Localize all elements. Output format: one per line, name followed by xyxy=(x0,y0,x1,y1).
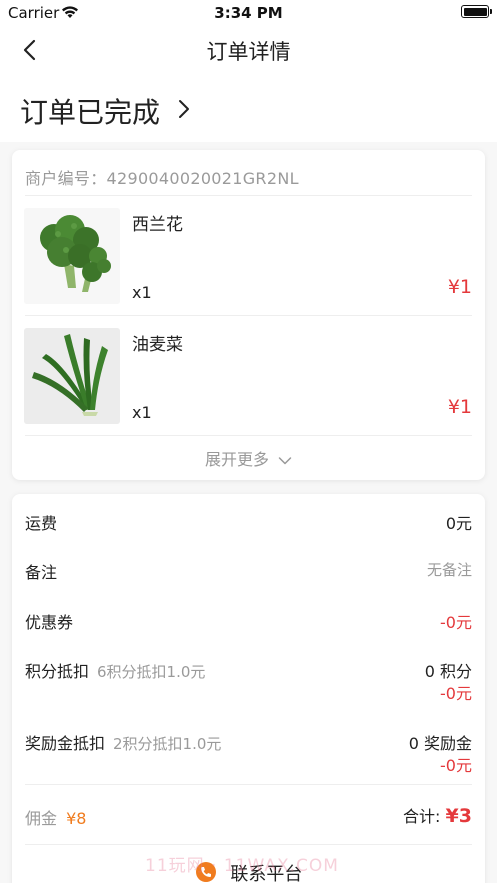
lettuce-image xyxy=(24,328,120,424)
points-hint: 6积分抵扣1.0元 xyxy=(97,663,206,681)
commission-group: 佣金 ¥8 xyxy=(25,805,86,829)
bonus-amount: 0 奖励金 xyxy=(408,734,472,753)
order-status-section[interactable]: 订单已完成 xyxy=(0,74,497,142)
commission-value: ¥8 xyxy=(66,809,87,828)
goods-card: 商户编号：4290040020021GR2NL 西兰花 x1 ¥1 油麦菜 x1… xyxy=(12,150,485,480)
total-row: 佣金 ¥8 合计: ¥3 xyxy=(25,805,472,829)
page-title: 订单详情 xyxy=(206,40,291,64)
clock: 3:34 PM xyxy=(214,4,283,22)
goods-item[interactable]: 油麦菜 x1 ¥1 xyxy=(12,316,485,434)
divider xyxy=(25,784,472,785)
chevron-down-icon xyxy=(278,451,292,470)
expand-more-label: 展开更多 xyxy=(204,450,269,469)
goods-item[interactable]: 西兰花 x1 ¥1 xyxy=(12,196,485,314)
goods-price: ¥1 xyxy=(447,396,472,418)
order-status-text[interactable]: 订单已完成 xyxy=(20,91,160,131)
goods-name: 油麦菜 xyxy=(132,335,183,355)
nav-bar: 订单详情 xyxy=(0,26,497,74)
expand-more-button[interactable]: 展开更多 xyxy=(12,446,485,470)
remark-label: 备注 xyxy=(25,563,58,582)
total-group: 合计: ¥3 xyxy=(403,803,472,827)
commission-label: 佣金 xyxy=(25,809,58,828)
divider xyxy=(25,844,472,845)
battery-icon xyxy=(461,5,492,18)
divider xyxy=(25,435,472,436)
points-deduction: -0元 xyxy=(440,684,472,703)
remark-value: 无备注 xyxy=(426,561,472,579)
goods-quantity: x1 xyxy=(132,283,152,302)
shipping-label: 运费 xyxy=(25,514,58,533)
merchant-number: 商户编号：4290040020021GR2NL xyxy=(25,169,299,188)
status-bar: Carrier 3:34 PM xyxy=(0,0,497,26)
goods-quantity: x1 xyxy=(132,403,152,422)
points-row: 积分抵扣 6积分抵扣1.0元 0 积分 -0元 xyxy=(25,658,472,703)
coupon-value: -0元 xyxy=(440,613,472,632)
bonus-label-group: 奖励金抵扣 2积分抵扣1.0元 xyxy=(25,730,221,754)
points-label-group: 积分抵扣 6积分抵扣1.0元 xyxy=(25,658,205,682)
points-label: 积分抵扣 xyxy=(25,662,90,681)
bonus-hint: 2积分抵扣1.0元 xyxy=(113,735,222,753)
total-label: 合计: xyxy=(403,807,441,826)
broccoli-image xyxy=(24,208,120,304)
total-value: ¥3 xyxy=(445,805,472,827)
fee-card: 运费 0元 备注 无备注 优惠券 -0元 积分抵扣 6积分抵扣1.0元 0 积分 … xyxy=(12,494,485,883)
shipping-value: 0元 xyxy=(445,514,472,533)
bonus-label: 奖励金抵扣 xyxy=(25,734,106,753)
points-amount: 0 积分 xyxy=(424,662,472,681)
bonus-row: 奖励金抵扣 2积分抵扣1.0元 0 奖励金 -0元 xyxy=(25,730,472,775)
chevron-right-icon[interactable] xyxy=(177,98,191,120)
goods-price: ¥1 xyxy=(447,276,472,298)
watermark: 11玩网 · 11WAX.COM xyxy=(145,856,339,876)
bonus-deduction: -0元 xyxy=(440,756,472,775)
coupon-label: 优惠券 xyxy=(25,613,74,632)
goods-name: 西兰花 xyxy=(132,215,183,235)
